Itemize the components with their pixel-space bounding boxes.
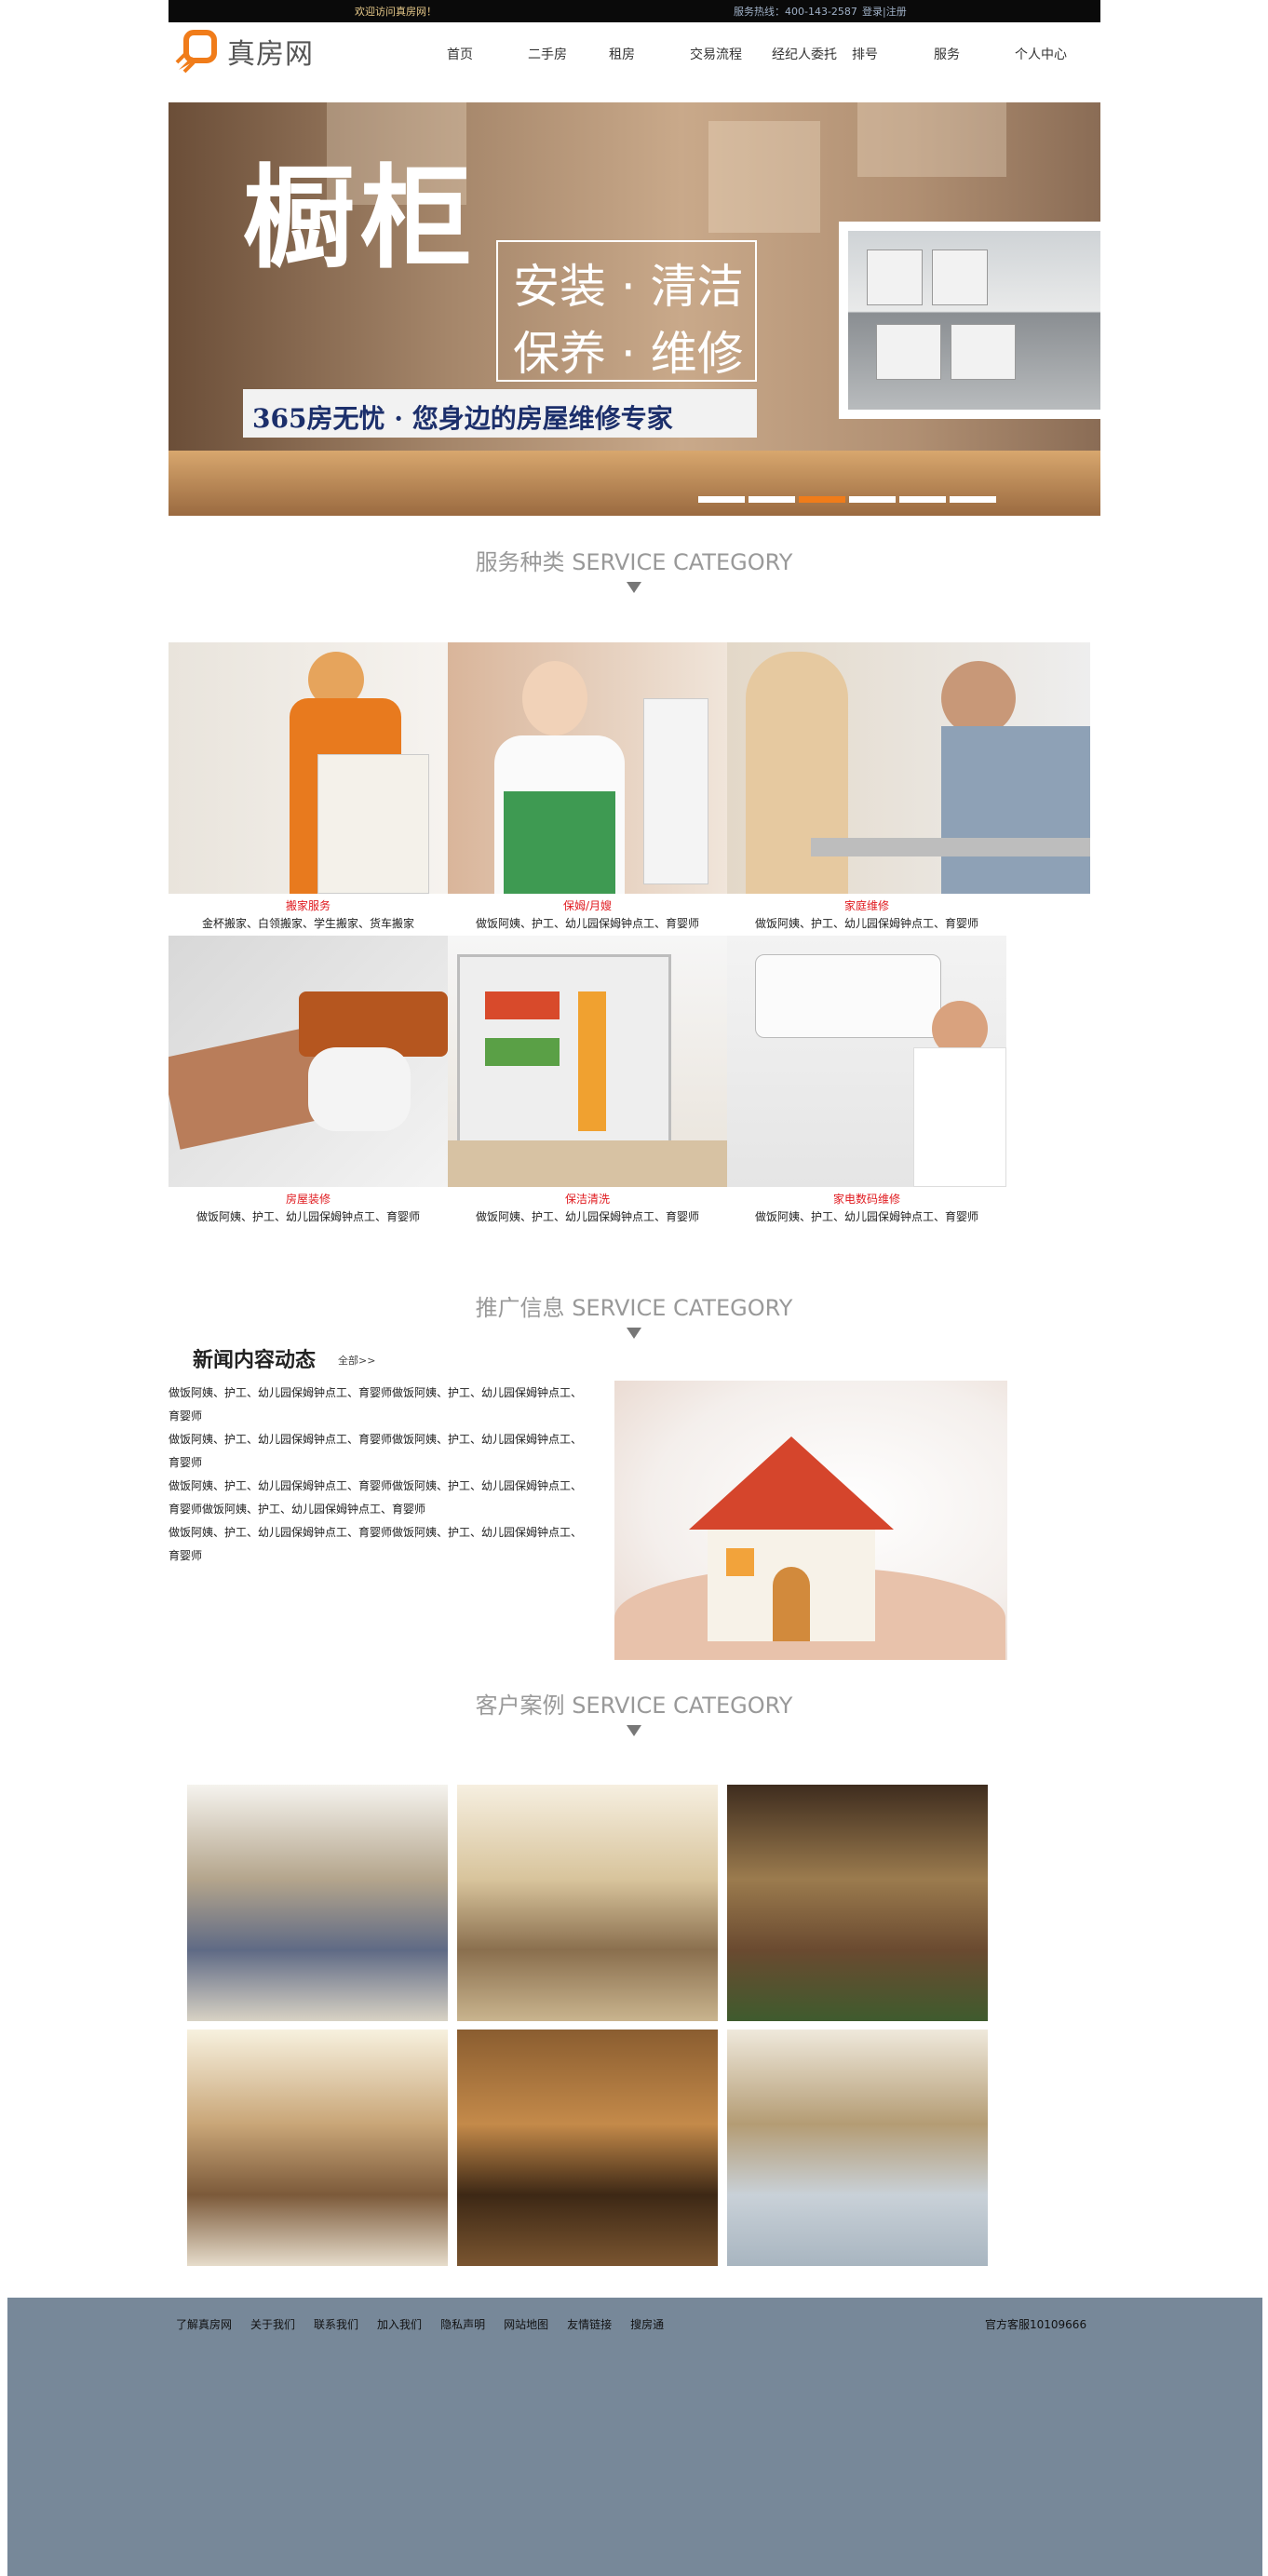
service-image [727,936,1006,1187]
banner-headline: 橱柜 [243,153,478,284]
service-card[interactable]: 保姆/月嫂 做饭阿姨、护工、幼儿园保姆钟点工、育婴师 [448,642,727,931]
service-desc: 金杯搬家、白领搬家、学生搬家、货车搬家 [201,917,414,930]
cabinet-shape [708,121,820,233]
news-item[interactable]: 做饭阿姨、护工、幼儿园保姆钟点工、育婴师做饭阿姨、护工、幼儿园保姆钟点工、育婴师… [169,1475,587,1521]
service-card[interactable]: 家庭维修 做饭阿姨、护工、幼儿园保姆钟点工、育婴师 [727,642,1090,931]
nav-user-center[interactable]: 个人中心 [1015,45,1067,63]
case-photo[interactable] [187,1785,448,2021]
house-in-hands-image [614,1381,1007,1660]
banner-line-2: 保养 · 维修 [513,327,744,381]
banner-line-1: 安装 · 清洁 [513,260,744,314]
slider-dots [698,496,996,503]
service-image [727,642,1090,894]
slider-dot-active[interactable] [799,496,845,503]
slider-dot[interactable] [698,496,745,503]
banner-tagline-strip: 365房无忧 · 您身边的房屋维修专家 [243,389,757,438]
service-desc: 做饭阿姨、护工、幼儿园保姆钟点工、育婴师 [754,1210,978,1223]
promo-heading: 推广信息 SERVICE CATEGORY [0,1289,1268,1339]
cabinet-shape [857,102,1006,177]
case-photo[interactable] [727,1785,988,2021]
cases-heading: 客户案例 SERVICE CATEGORY [0,1687,1268,1736]
news-item[interactable]: 做饭阿姨、护工、幼儿园保姆钟点工、育婴师做饭阿姨、护工、幼儿园保姆钟点工、育婴师 [169,1521,587,1568]
service-name[interactable]: 保姆/月嫂 [448,897,727,913]
service-name[interactable]: 房屋装修 [169,1191,448,1207]
service-image [448,936,727,1187]
cases-heading-text: 客户案例 SERVICE CATEGORY [475,1693,793,1719]
top-bar: 欢迎访问真房网！ 服务热线：400-143-2587 登录|注册 [169,0,1100,22]
footer-link[interactable]: 友情链接 [567,2318,612,2331]
footer-link[interactable]: 隐私声明 [440,2318,485,2331]
service-card[interactable]: 保洁清洗 做饭阿姨、护工、幼儿园保姆钟点工、育婴师 [448,936,727,1224]
footer: 了解真房网 关于我们 联系我们 加入我们 隐私声明 网站地图 友情链接 搜房通 官方客服101… [7,2298,1262,2576]
nav-rent[interactable]: 租房 [609,45,635,63]
slider-dot[interactable] [849,496,896,503]
auth-links: 登录|注册 [862,4,907,19]
service-desc: 做饭阿姨、护工、幼儿园保姆钟点工、育婴师 [475,917,699,930]
service-desc: 做饭阿姨、护工、幼儿园保姆钟点工、育婴师 [196,1210,420,1223]
welcome-text: 欢迎访问真房网！ [355,6,437,18]
footer-link[interactable]: 联系我们 [314,2318,358,2331]
slider-dot[interactable] [950,496,996,503]
service-desc: 做饭阿姨、护工、幼儿园保姆钟点工、育婴师 [754,917,978,930]
service-image [448,642,727,894]
arrow-down-icon [627,1725,641,1736]
floor-shape [169,451,1100,516]
footer-link[interactable]: 加入我们 [377,2318,422,2331]
news-title: 新闻内容动态 [193,1348,317,1372]
news-item[interactable]: 做饭阿姨、护工、幼儿园保姆钟点工、育婴师做饭阿姨、护工、幼儿园保姆钟点工、育婴师 [169,1428,587,1475]
footer-link[interactable]: 搜房通 [630,2318,664,2331]
footer-link[interactable]: 了解真房网 [176,2318,232,2331]
arrow-down-icon [627,582,641,593]
nav-agent[interactable]: 经纪人委托 [772,45,837,63]
service-card[interactable]: 房屋装修 做饭阿姨、护工、幼儿园保姆钟点工、育婴师 [169,936,448,1224]
service-desc: 做饭阿姨、护工、幼儿园保姆钟点工、育婴师 [475,1210,699,1223]
nav-home[interactable]: 首页 [447,45,473,63]
banner-service-box: 安装 · 清洁 保养 · 维修 [496,240,757,382]
service-card[interactable]: 搬家服务 金杯搬家、白领搬家、学生搬家、货车搬家 [169,642,448,931]
case-photo[interactable] [187,2030,448,2266]
service-name[interactable]: 家庭维修 [727,897,1006,913]
case-photo[interactable] [727,2030,988,2266]
news-more-link[interactable]: 全部>> [338,1353,375,1368]
page: 欢迎访问真房网！ 服务热线：400-143-2587 登录|注册 真房网 首页 … [0,0,1268,2576]
services-heading-text: 服务种类 SERVICE CATEGORY [475,549,793,575]
kitchen-photo [839,222,1100,419]
service-image [169,642,448,894]
footer-service: 官方客服10109666 [985,2318,1087,2331]
case-photo[interactable] [457,2030,718,2266]
service-card[interactable]: 家电数码维修 做饭阿姨、护工、幼儿园保姆钟点工、育婴师 [727,936,1006,1224]
service-name[interactable]: 保洁清洗 [448,1191,727,1207]
main-nav: 首页 二手房 租房 交易流程 经纪人委托 排号 服务 个人中心 [0,45,1268,69]
case-photo[interactable] [457,1785,718,2021]
footer-links: 了解真房网 关于我们 联系我们 加入我们 隐私声明 网站地图 友情链接 搜房通 [176,2316,682,2332]
nav-second-hand[interactable]: 二手房 [528,45,567,63]
slider-dot[interactable] [749,496,795,503]
arrow-down-icon [627,1328,641,1339]
hero-banner[interactable]: 橱柜 安装 · 清洁 保养 · 维修 365房无忧 · 您身边的房屋维修专家 [169,102,1100,516]
nav-service[interactable]: 服务 [934,45,960,63]
service-name[interactable]: 搬家服务 [169,897,448,913]
hotline-text: 服务热线：400-143-2587 [734,6,857,18]
service-image [169,936,448,1187]
nav-queue[interactable]: 排号 [852,45,878,63]
banner-tagline: 365房无忧 · 您身边的房屋维修专家 [252,403,673,434]
news-item[interactable]: 做饭阿姨、护工、幼儿园保姆钟点工、育婴师做饭阿姨、护工、幼儿园保姆钟点工、育婴师 [169,1382,587,1428]
nav-process[interactable]: 交易流程 [690,45,742,63]
footer-link[interactable]: 网站地图 [504,2318,548,2331]
news-list: 做饭阿姨、护工、幼儿园保姆钟点工、育婴师做饭阿姨、护工、幼儿园保姆钟点工、育婴师… [169,1382,587,1568]
register-link[interactable]: 注册 [886,6,907,18]
service-name[interactable]: 家电数码维修 [727,1191,1006,1207]
footer-link[interactable]: 关于我们 [250,2318,295,2331]
login-link[interactable]: 登录 [862,6,883,18]
promo-heading-text: 推广信息 SERVICE CATEGORY [475,1295,793,1321]
slider-dot[interactable] [899,496,946,503]
services-heading: 服务种类 SERVICE CATEGORY [0,544,1268,593]
